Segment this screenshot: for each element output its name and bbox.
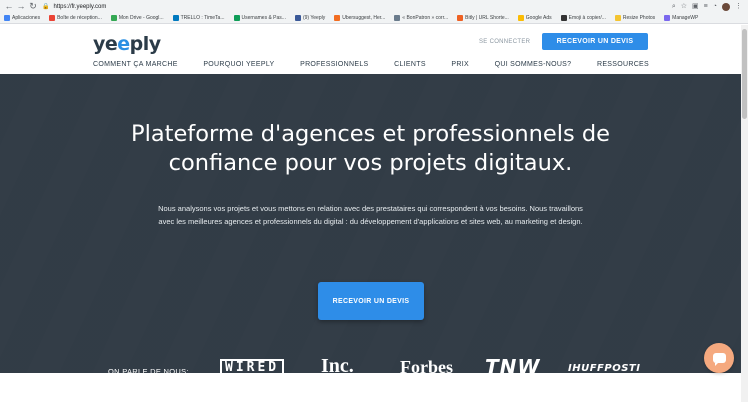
bookmark-favicon-icon: [517, 15, 524, 21]
hero-section: Plateforme d'agences et professionnels d…: [0, 74, 741, 379]
bookmark-item[interactable]: ManageWP: [664, 15, 698, 21]
bookmark-favicon-icon: [294, 15, 301, 21]
browser-toolbar: ← → ↻ 🔒 https://fr.yeeply.com ⌕ ☆ ▣ ≡ ◔ …: [0, 0, 748, 13]
bookmark-item[interactable]: « BonPatron » corr...: [394, 15, 448, 21]
menu-list-icon[interactable]: ≡: [704, 3, 708, 10]
bookmark-favicon-icon: [172, 15, 179, 21]
bookmark-favicon-icon: [394, 15, 401, 21]
bookmark-item[interactable]: Mon Drive - Googl...: [110, 15, 164, 21]
get-quote-button-hero[interactable]: RECEVOIR UN DEVIS: [318, 282, 424, 320]
huffpost-logo: IHUFFPOSTI: [568, 363, 641, 374]
scroll-thumb[interactable]: [742, 29, 747, 119]
bookmark-favicon-icon: [4, 15, 10, 21]
hero-subtitle: Nous analysons vos projets et vous metto…: [158, 204, 583, 226]
bookmark-favicon-icon: [614, 15, 621, 21]
bookmarks-bar: Aplicaciones Boîte de réception... Mon Dri…: [0, 13, 748, 24]
url-text: https://fr.yeeply.com: [53, 3, 107, 10]
forbes-logo: Forbes: [400, 357, 453, 377]
avatar[interactable]: [722, 2, 730, 11]
hero-title: Plateforme d'agences et professionnels d…: [131, 121, 610, 176]
login-link[interactable]: SE CONNECTER: [479, 39, 530, 45]
bookmark-label: « BonPatron » corr...: [402, 15, 449, 21]
star-icon[interactable]: ☆: [681, 3, 687, 10]
bookmark-label: ManageWP: [672, 15, 699, 21]
get-quote-button-header[interactable]: RECEVOIR UN DEVIS: [542, 33, 648, 50]
bookmark-favicon-icon: [457, 15, 464, 21]
bookmark-item[interactable]: Resize Photos: [614, 15, 656, 21]
bookmark-favicon-icon: [560, 15, 567, 21]
bookmark-favicon-icon: [49, 15, 56, 21]
chat-icon: [712, 353, 726, 366]
wired-logo: WIRED: [220, 359, 285, 377]
bookmark-label: Mon Drive - Googl...: [118, 15, 164, 21]
nav-item[interactable]: PRIX: [451, 61, 469, 68]
bookmark-item[interactable]: Google Ads: [517, 15, 552, 21]
bookmark-item[interactable]: (9) Yeeply: [294, 15, 326, 21]
nav-item[interactable]: COMMENT ÇA MARCHE: [93, 61, 178, 68]
bookmark-favicon-icon: [334, 15, 341, 21]
bookmark-item[interactable]: Boîte de réception...: [49, 15, 102, 21]
bookmark-label: Resize Photos: [622, 15, 656, 21]
bookmark-item[interactable]: Aplicaciones: [4, 15, 40, 21]
extension-icon[interactable]: ▣: [692, 3, 699, 10]
reload-icon[interactable]: ↻: [27, 1, 39, 13]
inc-logo: Inc.: [321, 355, 354, 377]
bookmark-favicon-icon: [664, 15, 671, 21]
bookmark-item[interactable]: Bitly | URL Shorte...: [457, 15, 509, 21]
yeeply-logo[interactable]: yeeply: [93, 33, 161, 55]
nav-item[interactable]: RESSOURCES: [597, 61, 649, 68]
bookmark-item[interactable]: TRELLO : TimeTa...: [172, 15, 225, 21]
bookmark-favicon-icon: [110, 15, 117, 21]
sync-icon[interactable]: ◔: [713, 3, 717, 10]
bookmark-label: Bitly | URL Shorte...: [465, 15, 509, 21]
scrollbar[interactable]: [741, 25, 748, 402]
site-header: yeeply SE CONNECTER RECEVOIR UN DEVIS CO…: [0, 25, 741, 74]
nav-item[interactable]: QUI SOMMES-NOUS?: [495, 61, 572, 68]
bookmark-label: Google Ads: [525, 15, 552, 21]
bookmark-label: Emoji à copier/...: [568, 15, 606, 21]
bookmark-label: Boîte de réception...: [57, 15, 102, 21]
page: yeeply SE CONNECTER RECEVOIR UN DEVIS CO…: [0, 25, 741, 402]
press-label: ON PARLE DE NOUS:: [108, 367, 189, 376]
zoom-icon[interactable]: ⌕: [672, 3, 676, 10]
kebab-menu-icon[interactable]: ⋮: [735, 3, 742, 10]
nav-item[interactable]: POURQUOI YEEPLY: [203, 61, 274, 68]
bookmark-label: Usernames & Pas...: [241, 15, 286, 21]
address-bar[interactable]: 🔒 https://fr.yeeply.com: [42, 1, 660, 12]
forward-icon[interactable]: →: [15, 1, 27, 13]
nav-item[interactable]: CLIENTS: [394, 61, 426, 68]
lock-icon: 🔒: [42, 4, 50, 10]
bookmark-favicon-icon: [233, 15, 240, 21]
bookmark-label: Ubersuggest, Her...: [342, 15, 386, 21]
nav-item[interactable]: PROFESSIONNELS: [300, 61, 368, 68]
bookmark-item[interactable]: Usernames & Pas...: [233, 15, 286, 21]
bookmark-item[interactable]: Ubersuggest, Her...: [334, 15, 385, 21]
bookmark-label: TRELLO : TimeTa...: [180, 15, 225, 21]
back-icon[interactable]: ←: [3, 1, 15, 13]
bookmark-label: Aplicaciones: [12, 15, 41, 21]
tnw-logo: TNW: [485, 355, 541, 379]
bookmark-item[interactable]: Emoji à copier/...: [560, 15, 606, 21]
chat-button[interactable]: [704, 343, 734, 373]
bookmark-label: (9) Yeeply: [302, 15, 326, 21]
main-nav: COMMENT ÇA MARCHE POURQUOI YEEPLY PROFESSI…: [93, 61, 649, 68]
